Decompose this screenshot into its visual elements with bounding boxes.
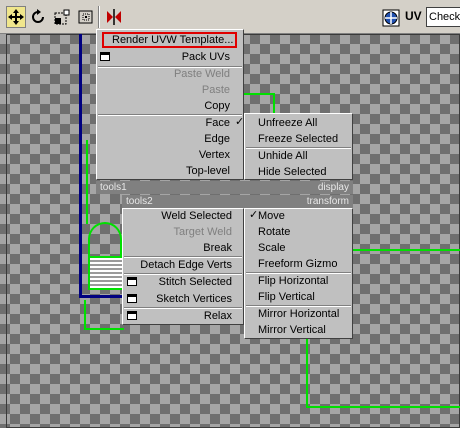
rotate-button[interactable] [28, 6, 48, 28]
freeform-icon [78, 10, 93, 24]
tools1-title: tools1 [100, 182, 127, 193]
unfreeze-all-item[interactable]: Unfreeze All [252, 115, 323, 131]
stitch-options-box[interactable] [127, 277, 137, 286]
vertex-item[interactable]: Vertex [98, 147, 236, 163]
display-title: display [317, 182, 349, 193]
move-icon [8, 9, 24, 25]
detach-edge-verts-item[interactable]: Detach Edge Verts [122, 257, 238, 273]
uv-sphere-icon [382, 9, 400, 27]
flip-horizontal-item[interactable]: Flip Horizontal [252, 273, 334, 289]
copy-item[interactable]: Copy [98, 98, 236, 114]
mirror-button[interactable] [104, 6, 124, 28]
edge-item[interactable]: Edge [98, 131, 236, 147]
relax-item[interactable]: Relax [138, 308, 238, 324]
quad-title-bar-top: tools1 display [96, 181, 353, 194]
uv-island-edge [306, 338, 308, 408]
rotate-icon [32, 9, 44, 23]
uv-island-edge [84, 300, 86, 330]
uv-island-edge [244, 93, 275, 95]
flip-vertical-item[interactable]: Flip Vertical [252, 289, 321, 305]
scale-button[interactable] [52, 6, 72, 28]
face-item[interactable]: Face [98, 115, 236, 131]
freeze-selected-item[interactable]: Freeze Selected [252, 131, 344, 147]
freeform-button[interactable] [76, 6, 96, 28]
target-weld-item[interactable]: Target Weld [122, 224, 238, 240]
uv-island-edge [306, 406, 460, 408]
scale-icon [54, 9, 70, 25]
top-level-item[interactable]: Top-level [98, 163, 236, 179]
pack-uvs-options-box[interactable] [100, 52, 110, 61]
break-item[interactable]: Break [122, 240, 238, 256]
mirror-horizontal-item[interactable]: Mirror Horizontal [252, 306, 345, 322]
paste-weld-item[interactable]: Paste Weld [98, 66, 236, 82]
move-button[interactable] [6, 6, 26, 28]
transform-title: transform [306, 196, 349, 207]
uv-island-edge [86, 140, 88, 224]
render-uvw-template-item[interactable]: Render UVW Template... [106, 32, 234, 48]
uv-island-edge [273, 93, 275, 115]
sketch-vertices-item[interactable]: Sketch Vertices [138, 291, 238, 307]
paste-item[interactable]: Paste [98, 82, 236, 98]
tools2-title: tools2 [126, 196, 153, 207]
uv-label: UV [405, 9, 422, 23]
pack-uvs-item[interactable]: Pack UVs [112, 49, 236, 65]
checker-pattern-field[interactable] [426, 7, 460, 27]
sketch-options-box[interactable] [127, 294, 137, 303]
freeform-gizmo-item[interactable]: Freeform Gizmo [252, 256, 343, 272]
toolbar-separator [98, 6, 100, 28]
scale-item[interactable]: Scale [252, 240, 292, 256]
uv-island-edge [84, 328, 124, 330]
mirror-vertical-item[interactable]: Mirror Vertical [252, 322, 332, 338]
quad-title-bar-bottom: tools2 transform [122, 195, 353, 208]
weld-selected-item[interactable]: Weld Selected [122, 208, 238, 224]
uv-boundary-left [79, 34, 82, 298]
uv-lock-body [88, 256, 124, 290]
uv-channel-button[interactable] [381, 7, 401, 29]
relax-options-box[interactable] [127, 311, 137, 320]
face-check-icon: ✓ [235, 116, 245, 128]
rotate-item[interactable]: Rotate [252, 224, 296, 240]
move-item[interactable]: Move [252, 208, 291, 224]
hide-selected-item[interactable]: Hide Selected [252, 164, 333, 180]
mirror-icon [107, 9, 121, 25]
uv-island-edge [352, 249, 460, 251]
unhide-all-item[interactable]: Unhide All [252, 148, 314, 164]
stitch-selected-item[interactable]: Stitch Selected [138, 274, 238, 290]
